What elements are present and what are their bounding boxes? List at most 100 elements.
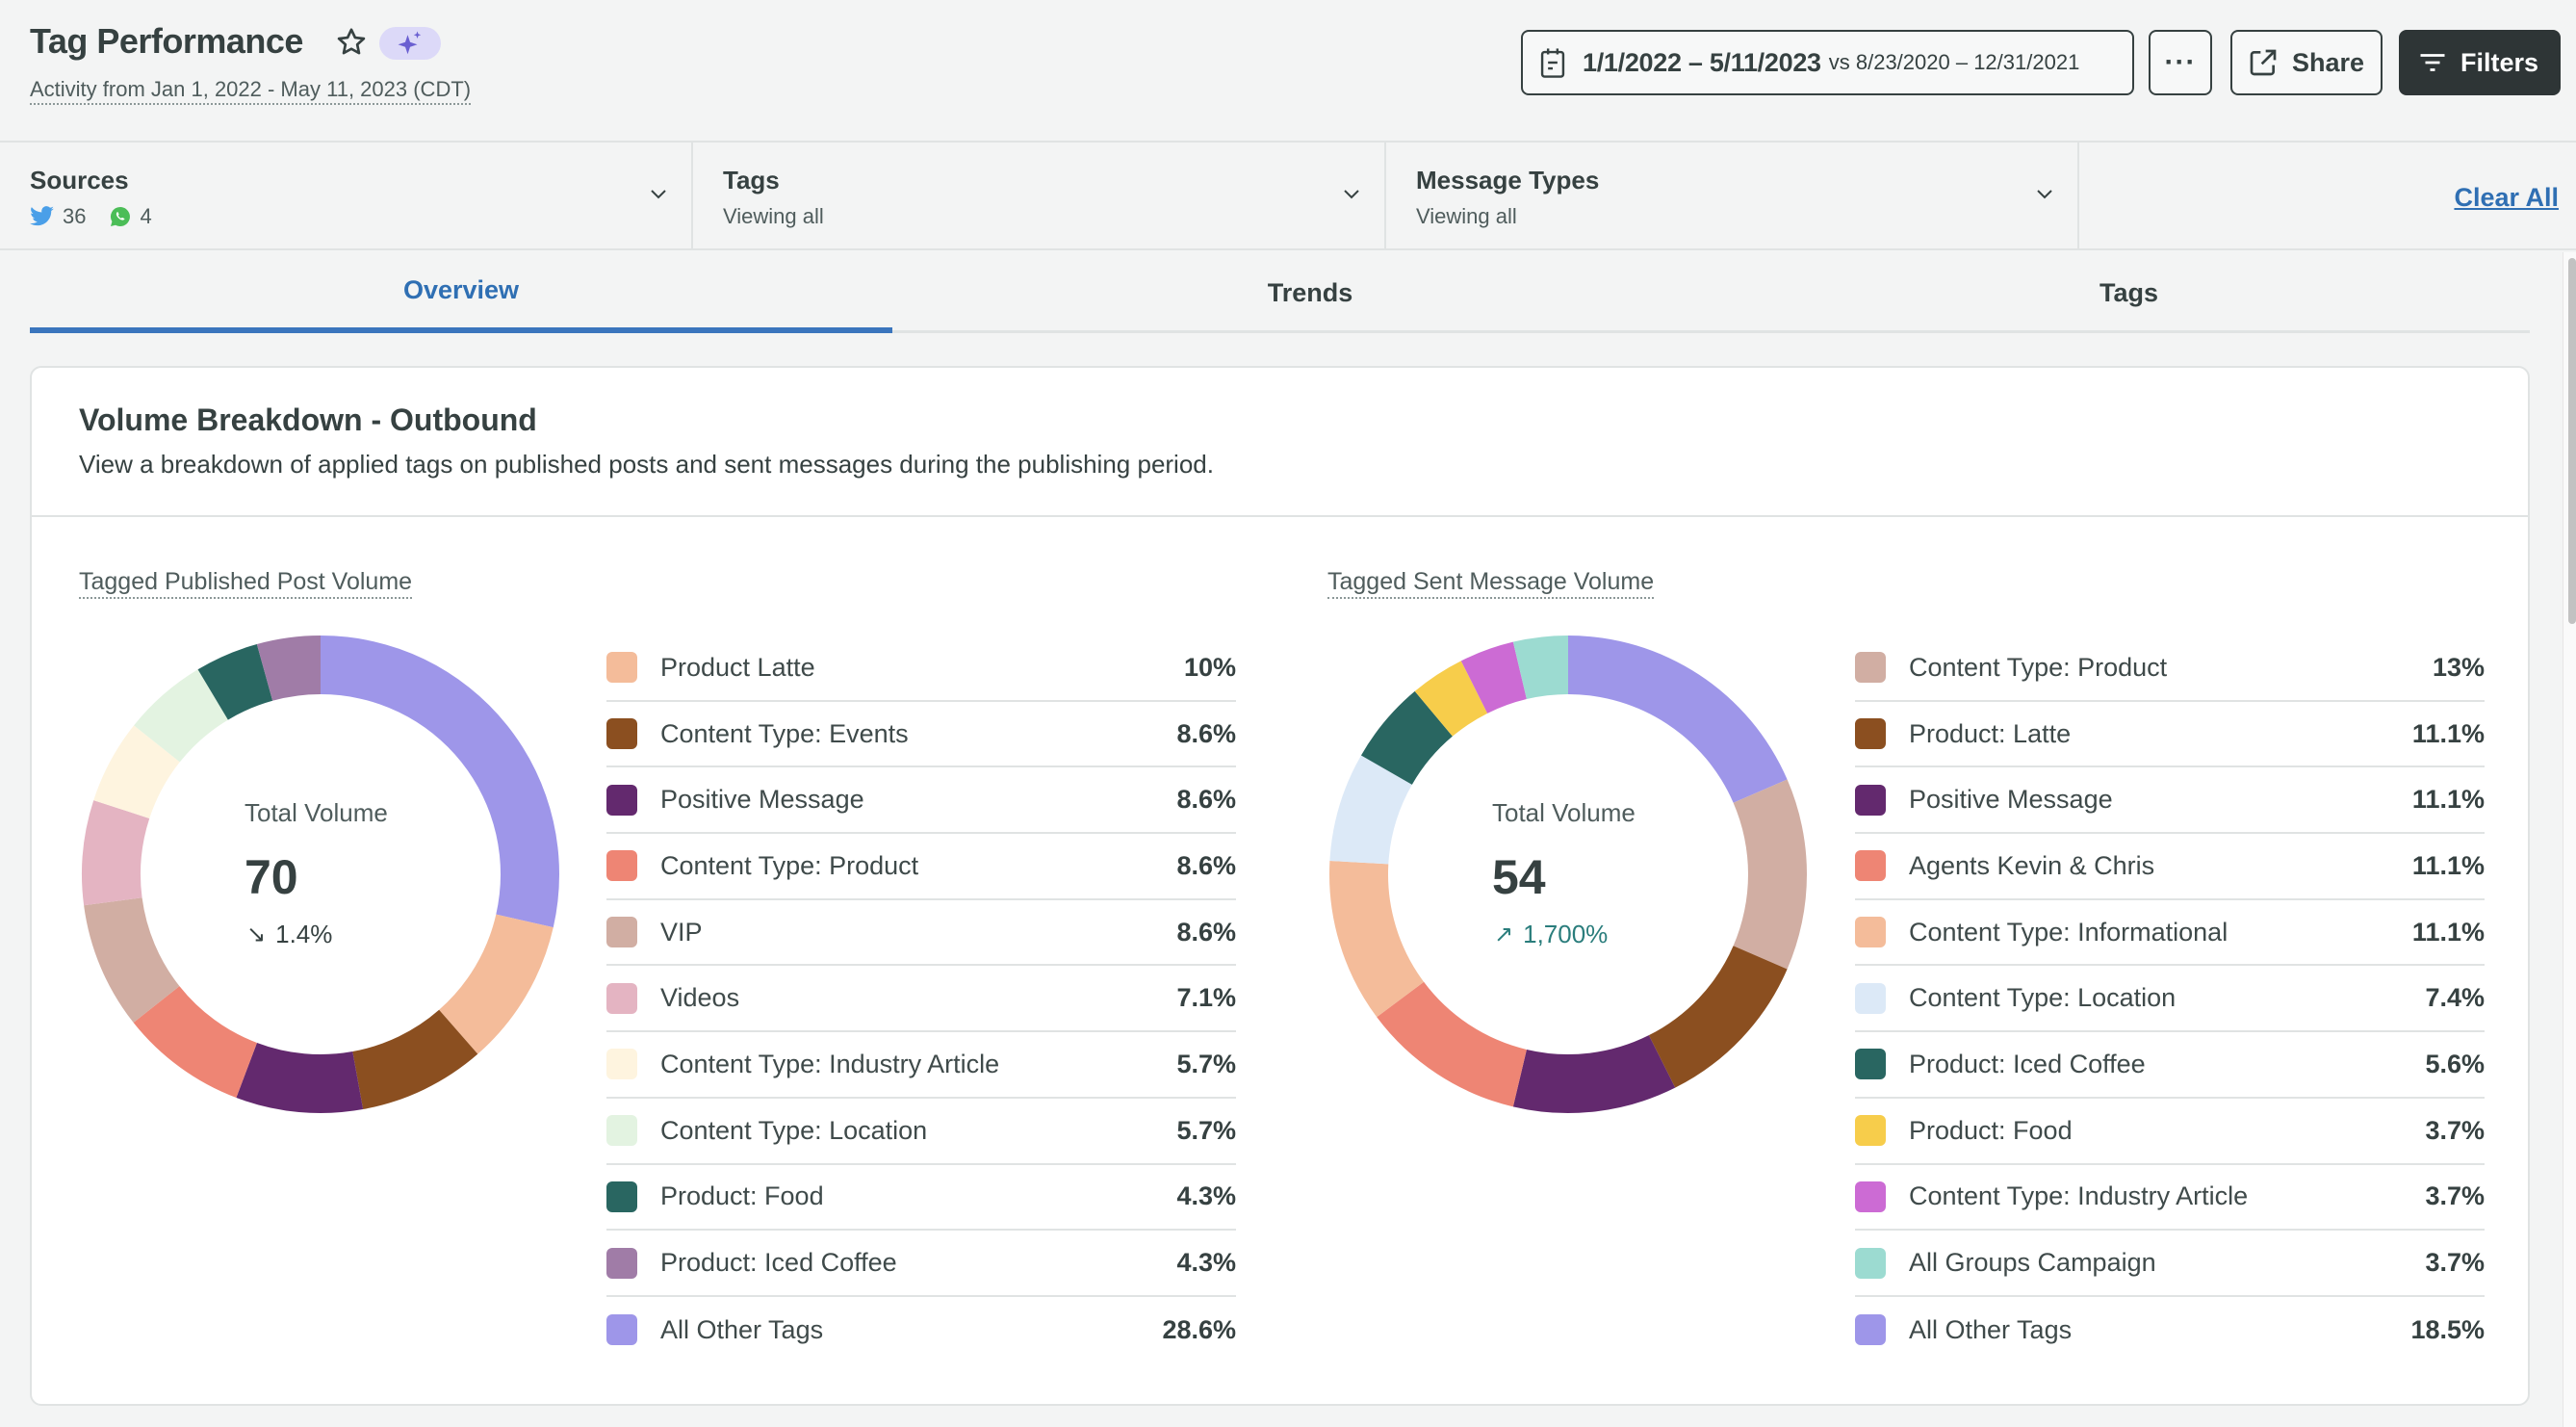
donut-slice[interactable] [321,636,559,928]
sparkle-icon [398,31,422,55]
legend-value: 3.7% [2425,1248,2485,1278]
legend-item[interactable]: Content Type: Events 8.6% [606,702,1236,768]
published-post-donut-svg [81,636,559,1113]
legend-value: 4.3% [1176,1248,1236,1278]
legend-item[interactable]: Positive Message 11.1% [1855,767,2485,835]
legend-value: 11.1% [2411,917,2485,947]
legend-label: Product: Food [660,1181,824,1211]
share-button[interactable]: Share [2230,30,2383,95]
legend-item[interactable]: Product: Latte 11.1% [1855,702,2485,768]
filter-icon [2420,54,2445,71]
legend-swatch [606,652,637,684]
legend-label: Content Type: Industry Article [660,1049,1000,1078]
tags-filter-summary: Viewing all [723,204,824,228]
source-twitter: 36 [30,204,86,229]
legend-value: 28.6% [1162,1314,1236,1344]
legend-label: Product Latte [660,652,815,682]
published-total-delta: ↘ 1.4% [246,920,332,949]
tags-filter-title: Tags [723,166,780,195]
legend-item[interactable]: Content Type: Product 8.6% [606,834,1236,900]
legend-item[interactable]: Product: Food 3.7% [1855,1099,2485,1165]
more-options-button[interactable]: ··· [2149,30,2212,95]
published-delta-value: 1.4% [275,920,333,948]
scrollbar-thumb[interactable] [2568,258,2576,624]
page-header: Tag Performance Activity from Jan 1, 202… [0,0,2576,141]
legend-label: Content Type: Events [660,718,909,748]
sources-filter[interactable]: Sources 36 4 [0,143,693,248]
legend-item[interactable]: Product: Iced Coffee 5.6% [1855,1032,2485,1099]
message-types-filter[interactable]: Message Types Viewing all [1386,143,2079,248]
calendar-icon [1540,48,1565,78]
ai-assist-button[interactable] [379,27,441,60]
legend-label: Content Type: Informational [1909,917,2228,947]
legend-item[interactable]: All Groups Campaign 3.7% [1855,1231,2485,1297]
legend-label: Content Type: Location [660,1115,928,1145]
chevron-down-icon [1344,190,1359,199]
legend-value: 5.7% [1176,1049,1236,1078]
published-post-volume-title[interactable]: Tagged Published Post Volume [79,568,413,599]
legend-swatch [606,850,637,882]
sent-delta-value: 1,700% [1523,920,1609,948]
legend-swatch [1855,1247,1886,1279]
star-icon[interactable] [334,25,369,60]
tags-filter[interactable]: Tags Viewing all [693,143,1386,248]
legend-item[interactable]: All Other Tags 18.5% [1855,1297,2485,1363]
tab-overview[interactable]: Overview [30,252,892,333]
legend-swatch [1855,1314,1886,1346]
legend-swatch [606,1049,637,1080]
date-range-button[interactable]: 1/1/2022 – 5/11/2023 vs 8/23/2020 – 12/3… [1521,30,2134,95]
sent-message-volume-title[interactable]: Tagged Sent Message Volume [1327,568,1655,599]
sources-filter-title: Sources [30,166,129,195]
legend-swatch [1855,982,1886,1014]
legend-item[interactable]: Content Type: Product 13% [1855,636,2485,702]
legend-item[interactable]: Content Type: Industry Article 3.7% [1855,1165,2485,1232]
legend-item[interactable]: Product Latte 10% [606,636,1236,702]
legend-value: 4.3% [1176,1181,1236,1211]
donut-slice[interactable] [1377,981,1527,1107]
whatsapp-icon [111,207,131,226]
published-post-donut [80,634,561,1115]
legend-value: 11.1% [2411,785,2485,815]
legend-item[interactable]: Agents Kevin & Chris 11.1% [1855,834,2485,900]
legend-item[interactable]: Content Type: Informational 11.1% [1855,900,2485,967]
legend-value: 8.6% [1176,785,1236,815]
legend-item[interactable]: Content Type: Industry Article 5.7% [606,1032,1236,1099]
activity-range-subtitle[interactable]: Activity from Jan 1, 2022 - May 11, 2023… [30,77,472,105]
tab-trends[interactable]: Trends [892,252,1728,333]
legend-item[interactable]: Content Type: Location 5.7% [606,1099,1236,1165]
legend-value: 5.7% [1176,1115,1236,1145]
legend-item[interactable]: Videos 7.1% [606,966,1236,1033]
compare-range-value: vs 8/23/2020 – 12/31/2021 [1828,50,2080,74]
legend-item[interactable]: VIP 8.6% [606,900,1236,967]
legend-value: 7.1% [1176,983,1236,1013]
legend-label: Product: Latte [1909,718,2072,748]
legend-item[interactable]: Positive Message 8.6% [606,767,1236,835]
legend-item[interactable]: All Other Tags 28.6% [606,1297,1236,1363]
donut-slice[interactable] [1733,779,1807,970]
trend-down-icon: ↘ [246,921,267,947]
legend-swatch [1855,1049,1886,1080]
donut-slice[interactable] [236,1042,364,1113]
whatsapp-count: 4 [140,204,152,228]
legend-label: Content Type: Product [660,850,919,880]
donut-slice[interactable] [1648,946,1788,1088]
page-title: Tag Performance [30,21,303,61]
tab-bar: Overview Trends Tags [30,252,2530,333]
legend-value: 5.6% [2425,1049,2485,1078]
donut-slice[interactable] [81,800,150,906]
legend-label: Videos [660,983,740,1013]
sent-total-value: 54 [1492,850,1546,904]
legend-item[interactable]: Content Type: Location 7.4% [1855,966,2485,1033]
donut-slice[interactable] [1568,636,1788,803]
filters-button[interactable]: Filters [2399,30,2561,95]
legend-label: All Other Tags [1909,1314,2073,1344]
legend-swatch [1855,917,1886,948]
legend-item[interactable]: Product: Food 4.3% [606,1165,1236,1232]
legend-label: Positive Message [660,785,864,815]
clear-all-link[interactable]: Clear All [2454,183,2559,213]
trend-up-icon: ↗ [1494,921,1514,947]
donut-slice[interactable] [1512,1035,1676,1113]
tab-tags[interactable]: Tags [1728,252,2530,333]
twitter-icon [30,206,54,226]
legend-item[interactable]: Product: Iced Coffee 4.3% [606,1231,1236,1297]
